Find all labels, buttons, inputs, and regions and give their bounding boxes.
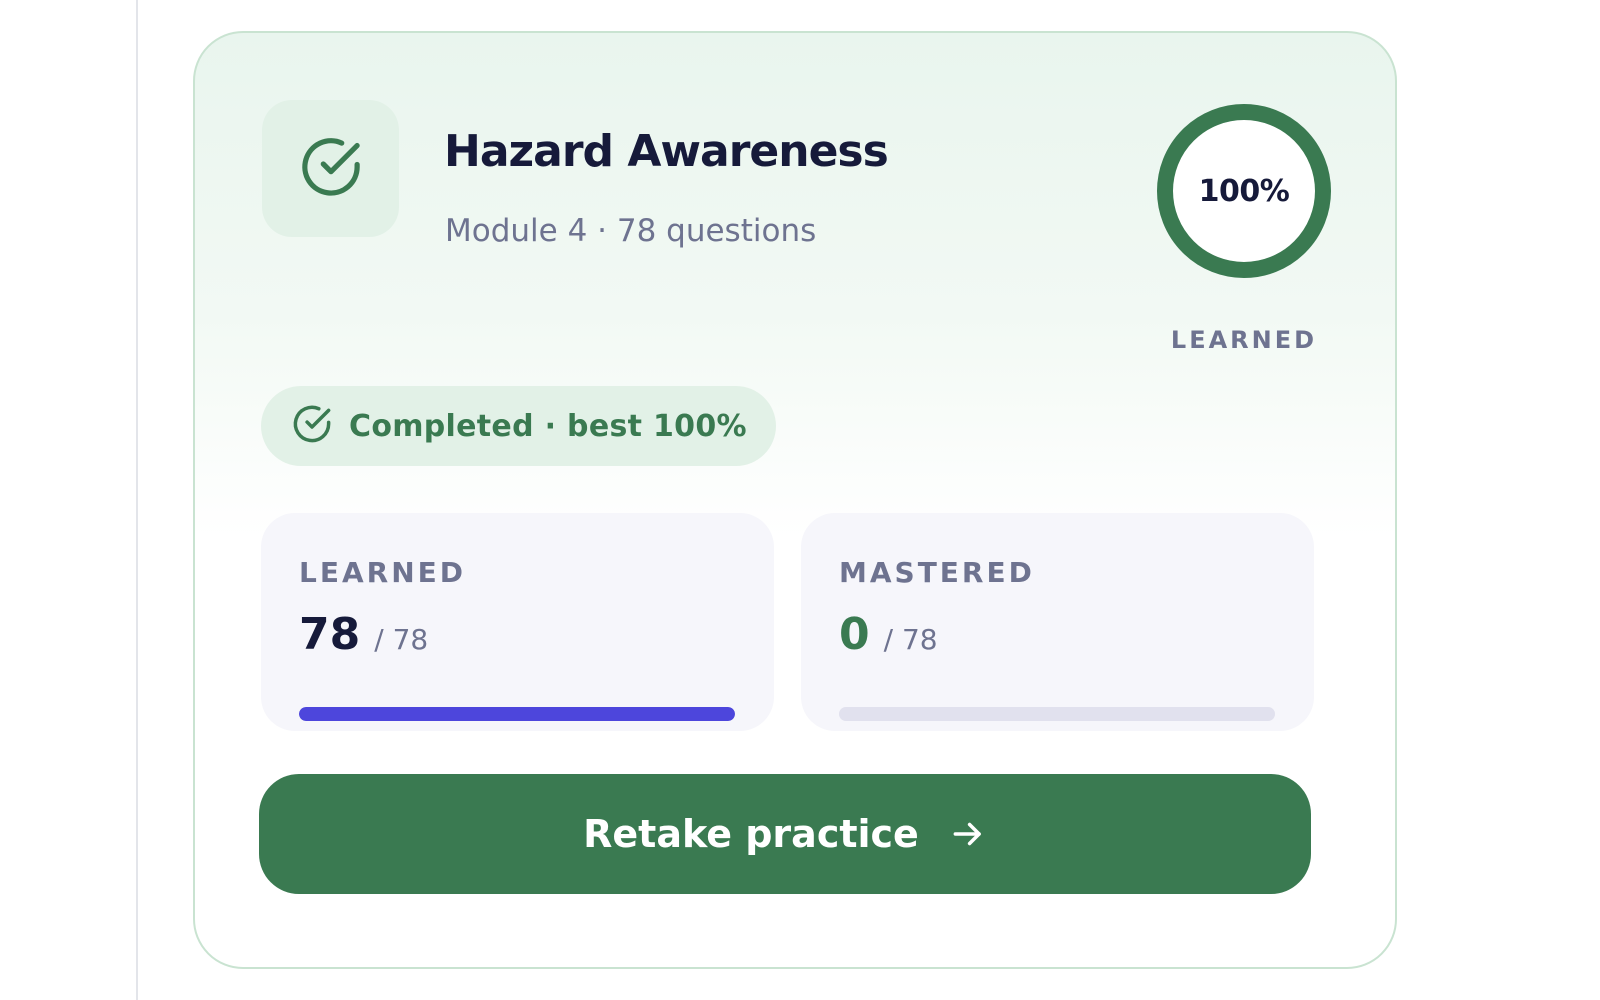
retake-practice-button[interactable]: Retake practice	[259, 774, 1311, 894]
progress-ring: 100%	[1153, 100, 1335, 282]
retake-practice-label: Retake practice	[583, 812, 919, 856]
status-text: Completed · best 100%	[349, 408, 747, 444]
stat-progress-track	[299, 707, 735, 721]
check-circle-icon	[291, 403, 333, 449]
stat-label: MASTERED	[839, 556, 1035, 589]
module-subtitle: Module 4 · 78 questions	[445, 213, 817, 249]
progress-caption: LEARNED	[1170, 326, 1318, 354]
module-card: Hazard Awareness Module 4 · 78 questions…	[193, 31, 1397, 969]
stat-mastered: MASTERED 0 / 78	[801, 513, 1314, 731]
check-circle-icon	[298, 134, 364, 204]
arrow-right-icon	[949, 815, 987, 853]
stat-label: LEARNED	[299, 556, 467, 589]
stat-progress-fill	[299, 707, 735, 721]
stat-value-row: 78 / 78	[299, 613, 428, 657]
status-badge: Completed · best 100%	[261, 386, 776, 466]
stat-progress-track	[839, 707, 1275, 721]
stat-value: 78	[299, 609, 361, 660]
progress-percent: 100%	[1198, 173, 1290, 209]
stat-total: / 78	[374, 623, 429, 656]
stat-learned: LEARNED 78 / 78	[261, 513, 774, 731]
module-title: Hazard Awareness	[444, 126, 889, 177]
stat-total: / 78	[883, 623, 938, 656]
stat-value: 0	[839, 609, 870, 660]
stat-value-row: 0 / 78	[839, 613, 938, 657]
left-divider	[136, 0, 138, 1000]
module-icon-tile	[262, 100, 399, 237]
